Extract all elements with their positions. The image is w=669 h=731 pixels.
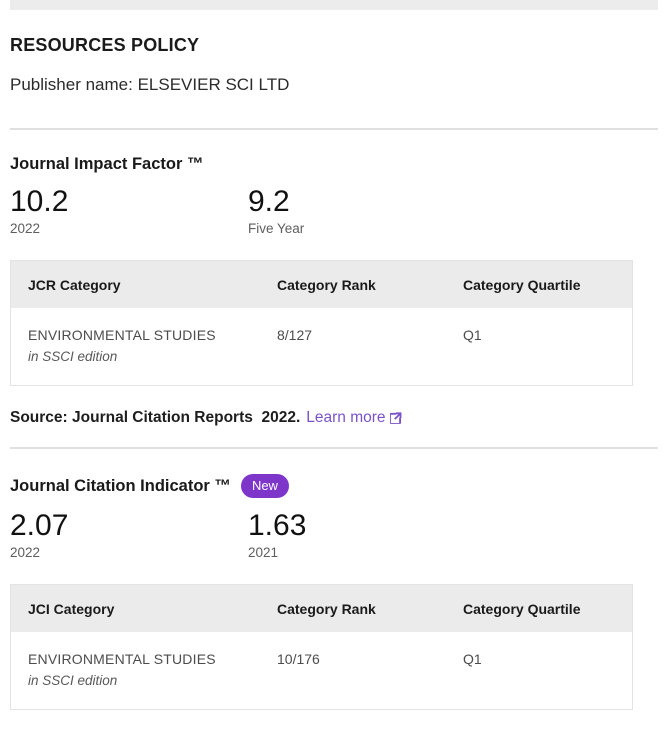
jci-category-table: JCI Category Category Rank Category Quar… (10, 584, 633, 710)
metric-label: 2022 (10, 545, 248, 560)
jcr-category-table: JCR Category Category Rank Category Quar… (10, 260, 633, 386)
impact-factor-section: Journal Impact Factor ™ 10.2 2022 9.2 Fi… (10, 155, 658, 427)
column-header-quartile: Category Quartile (463, 601, 632, 617)
category-name: ENVIRONMENTAL STUDIES (28, 651, 277, 667)
citation-indicator-heading: Journal Citation Indicator ™ (10, 477, 231, 496)
metric-label: 2021 (248, 545, 486, 560)
category-name: ENVIRONMENTAL STUDIES (28, 327, 277, 343)
section-divider (10, 447, 658, 449)
metric-current-year: 2.07 2022 (10, 509, 248, 560)
rank-cell: 10/176 (277, 651, 463, 688)
source-text: Source: Journal Citation Reports 2022. (10, 409, 300, 427)
citation-indicator-section: Journal Citation Indicator ™ New 2.07 20… (10, 474, 658, 710)
table-row: ENVIRONMENTAL STUDIES in SSCI edition 10… (11, 632, 632, 709)
metric-label: Five Year (248, 221, 486, 236)
category-edition: in SSCI edition (28, 349, 277, 364)
journal-profile-page: RESOURCES POLICY Publisher name: ELSEVIE… (0, 0, 669, 731)
quartile-cell: Q1 (463, 327, 632, 364)
external-link-icon (389, 411, 403, 425)
page-title: RESOURCES POLICY (10, 35, 658, 56)
metric-value: 10.2 (10, 185, 248, 218)
column-header-rank: Category Rank (277, 277, 463, 293)
collapsed-panel-strip (10, 0, 658, 10)
column-header-quartile: Category Quartile (463, 277, 632, 293)
category-cell: ENVIRONMENTAL STUDIES in SSCI edition (28, 327, 277, 364)
page-content: RESOURCES POLICY Publisher name: ELSEVIE… (10, 10, 658, 710)
citation-indicator-metrics: 2.07 2022 1.63 2021 (10, 509, 658, 560)
section-divider (10, 128, 658, 130)
metric-value: 2.07 (10, 509, 248, 542)
source-line: Source: Journal Citation Reports 2022. L… (10, 409, 658, 427)
impact-factor-metrics: 10.2 2022 9.2 Five Year (10, 185, 658, 236)
column-header-category: JCR Category (28, 277, 277, 293)
table-row: ENVIRONMENTAL STUDIES in SSCI edition 8/… (11, 308, 632, 385)
table-header-row: JCI Category Category Rank Category Quar… (11, 585, 632, 632)
rank-cell: 8/127 (277, 327, 463, 364)
new-badge: New (241, 474, 289, 498)
learn-more-label: Learn more (306, 409, 385, 427)
table-header-row: JCR Category Category Rank Category Quar… (11, 261, 632, 308)
metric-value: 9.2 (248, 185, 486, 218)
learn-more-link[interactable]: Learn more (306, 409, 402, 427)
metric-value: 1.63 (248, 509, 486, 542)
category-cell: ENVIRONMENTAL STUDIES in SSCI edition (28, 651, 277, 688)
category-edition: in SSCI edition (28, 673, 277, 688)
metric-previous-year: 1.63 2021 (248, 509, 486, 560)
quartile-cell: Q1 (463, 651, 632, 688)
column-header-rank: Category Rank (277, 601, 463, 617)
impact-factor-heading: Journal Impact Factor ™ (10, 155, 203, 174)
publisher-name: Publisher name: ELSEVIER SCI LTD (10, 75, 658, 95)
metric-current-year: 10.2 2022 (10, 185, 248, 236)
metric-five-year: 9.2 Five Year (248, 185, 486, 236)
column-header-category: JCI Category (28, 601, 277, 617)
metric-label: 2022 (10, 221, 248, 236)
